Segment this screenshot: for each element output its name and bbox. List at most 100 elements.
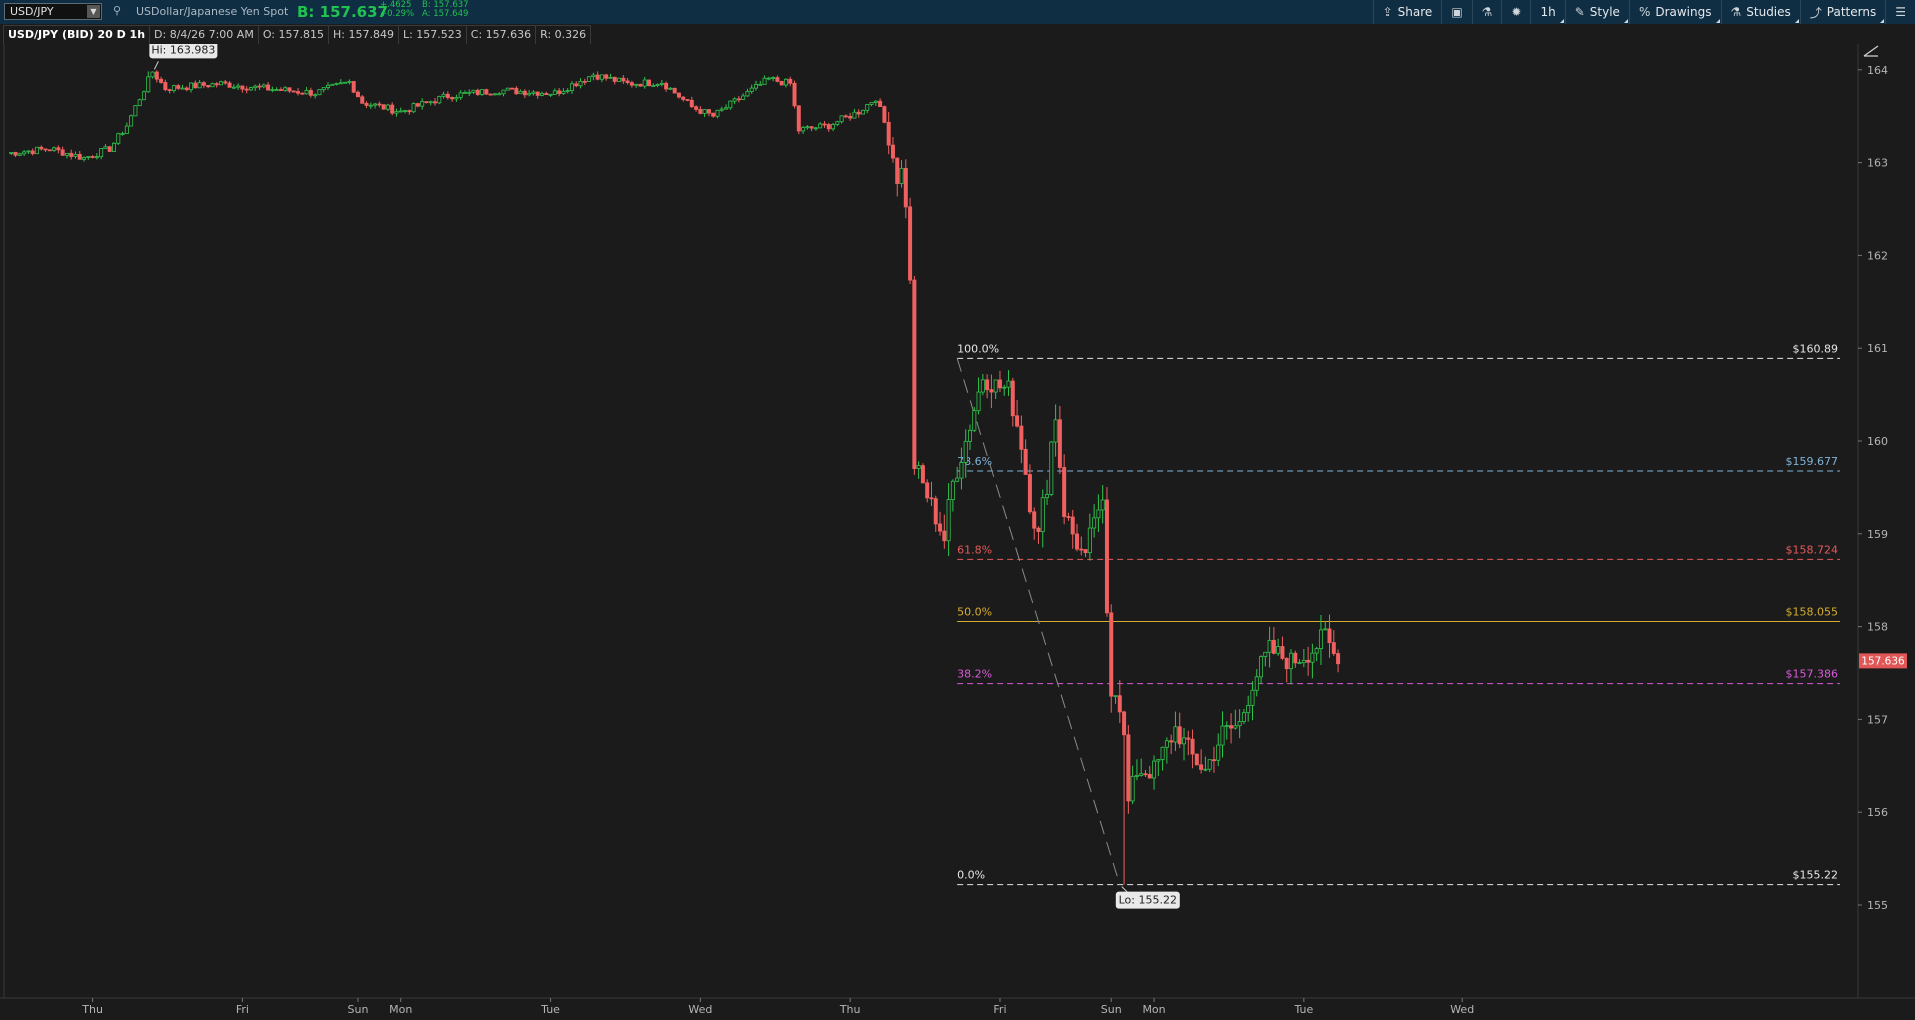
menu-button[interactable]: ☰	[1885, 0, 1915, 24]
candle-body	[933, 498, 938, 525]
candle-body	[107, 146, 112, 152]
candle-body	[1130, 775, 1135, 802]
price-chart[interactable]: 155 156 157 158 159 160 161 162 163 164 Thu Fri Sun M…	[0, 41, 1915, 1016]
corner-arrow-icon	[1559, 19, 1564, 23]
symbol-selector[interactable]: USD/JPY ▼	[4, 3, 102, 20]
candle-body	[959, 462, 964, 479]
candle-body	[655, 84, 660, 86]
patterns-button[interactable]: ⤴ Patterns	[1799, 0, 1885, 24]
candle-body	[240, 85, 245, 90]
y-tick-label: 163	[1867, 157, 1888, 170]
candle-body	[1126, 734, 1131, 802]
candle-body	[805, 126, 810, 129]
candle-body	[878, 100, 883, 108]
candle-body	[946, 499, 951, 542]
candle-body	[1092, 517, 1097, 529]
candle-body	[159, 78, 164, 83]
link-icon[interactable]: ⚲	[109, 4, 125, 20]
studies-button[interactable]: ⚗ Studies	[1720, 0, 1800, 24]
candle-body	[916, 465, 921, 469]
candle-body	[22, 151, 27, 155]
candle-body	[407, 110, 412, 113]
patterns-label: Patterns	[1826, 5, 1877, 19]
candle-body	[1040, 497, 1045, 532]
share-label: Share	[1397, 5, 1433, 19]
candle-body	[1293, 652, 1298, 664]
candle-body	[1306, 659, 1311, 663]
candle-body	[788, 78, 793, 84]
candle-body	[180, 87, 185, 90]
fib-level-pct: 50.0%	[957, 605, 992, 618]
candle-body	[355, 91, 360, 98]
candle-body	[664, 82, 669, 90]
studies-icon: ⚗	[1730, 5, 1742, 19]
style-button[interactable]: ✎ Style	[1564, 0, 1629, 24]
share-button[interactable]: ⇪ Share	[1372, 0, 1442, 24]
candle-body	[955, 477, 960, 482]
chart-title: USD/JPY (BID) 20 D 1h	[3, 25, 151, 45]
candle-body	[505, 87, 510, 91]
candle-body	[856, 111, 861, 115]
candle-body	[1310, 652, 1315, 663]
chart-svg[interactable]: 155 156 157 158 159 160 161 162 163 164 Thu Fri Sun M…	[0, 41, 1915, 1016]
calendar-button[interactable]: ▣	[1441, 0, 1471, 24]
candle-body	[621, 77, 626, 82]
menu-icon: ☰	[1895, 5, 1906, 19]
candle-body	[428, 101, 433, 104]
candle-body	[317, 89, 322, 96]
candle-body	[1015, 415, 1020, 427]
candle-body	[1139, 773, 1144, 776]
drawings-button[interactable]: % Drawings	[1628, 0, 1721, 24]
candle-body	[1267, 639, 1272, 653]
candle-body	[154, 71, 159, 80]
candle-body	[424, 101, 429, 104]
info-range: R: 0.326	[536, 25, 592, 45]
candle-body	[90, 156, 95, 158]
x-tick-label: Fri	[993, 1003, 1006, 1016]
candle-body	[694, 106, 699, 110]
candle-body	[599, 74, 604, 80]
chevron-down-icon[interactable]: ▼	[87, 5, 100, 18]
corner-arrow-icon	[1623, 19, 1628, 23]
last-price-label: 157.636	[1861, 655, 1905, 667]
y-tick-label: 155	[1867, 899, 1888, 912]
candle-body	[1027, 474, 1032, 513]
candle-body	[612, 76, 617, 82]
candle-body	[758, 83, 763, 86]
candle-body	[1250, 689, 1255, 706]
candle-body	[989, 389, 994, 393]
candle-body	[1147, 774, 1152, 779]
candle-body	[64, 152, 69, 156]
candle-body	[685, 99, 690, 101]
candle-body	[582, 80, 587, 83]
candle-body	[223, 81, 228, 84]
candle-body	[642, 79, 647, 87]
candle-body	[1002, 386, 1007, 389]
candle-body	[976, 391, 981, 412]
candle-body	[137, 99, 142, 107]
candle-body	[608, 76, 613, 79]
candle-body	[248, 87, 253, 91]
flask-button[interactable]: ⚗	[1471, 0, 1502, 24]
candle-body	[1280, 646, 1285, 659]
share-icon: ⇪	[1382, 5, 1393, 19]
candle-body	[779, 80, 784, 86]
info-low: L: 157.523	[398, 25, 467, 45]
candle-body	[552, 90, 557, 95]
candle-body	[133, 105, 138, 117]
candle-body	[565, 90, 570, 92]
candle-body	[480, 89, 485, 95]
timeframe-button[interactable]: 1h	[1530, 0, 1564, 24]
x-tick-label: Thu	[81, 1003, 103, 1016]
candle-body	[548, 93, 553, 96]
candle-body	[150, 71, 155, 78]
candle-body	[26, 150, 31, 153]
candle-body	[1327, 628, 1332, 644]
info-open: O: 157.815	[258, 25, 329, 45]
candle-body	[420, 101, 425, 107]
candle-body	[732, 98, 737, 102]
candle-body	[950, 480, 955, 501]
candle-body	[689, 99, 694, 108]
settings-button[interactable]: ✹	[1501, 0, 1530, 24]
candle-body	[826, 124, 831, 130]
